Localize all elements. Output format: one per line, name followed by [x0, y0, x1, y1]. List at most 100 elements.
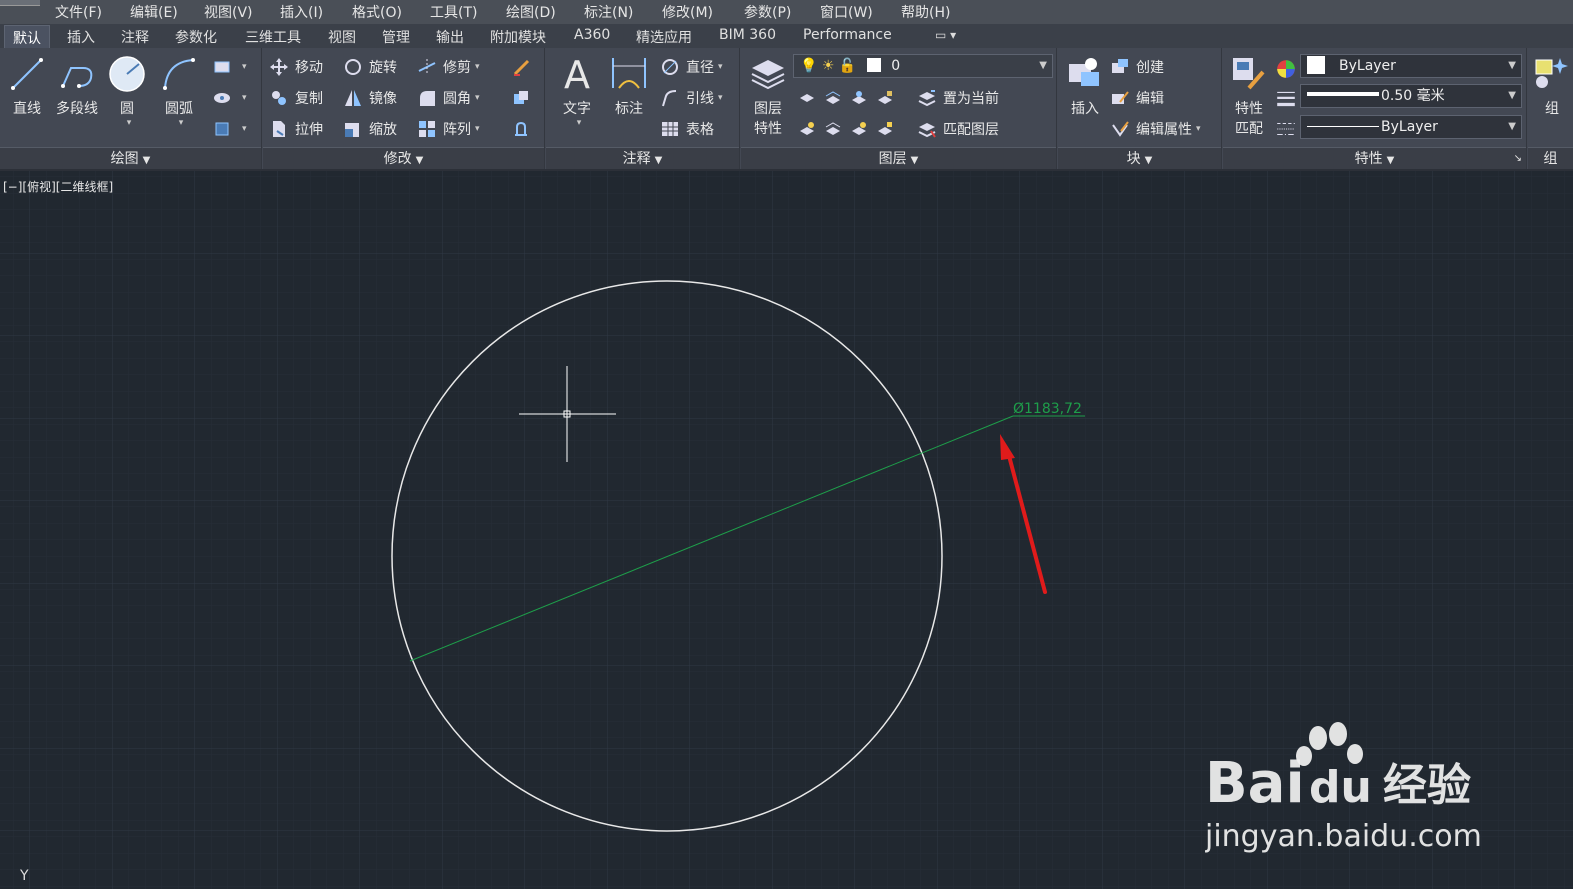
- menu-tools[interactable]: 工具(T): [430, 2, 477, 22]
- panel-annotation-title[interactable]: 注释 ▼: [546, 147, 739, 169]
- color-dropdown-arrow-icon: ▼: [1508, 60, 1516, 71]
- color-dropdown[interactable]: ByLayer ▼: [1300, 54, 1522, 78]
- ribbon-display-toggle-icon[interactable]: ▭ ▾: [935, 28, 956, 42]
- panel-block-title[interactable]: 块 ▼: [1058, 147, 1221, 169]
- insert-block-button[interactable]: 插入: [1062, 54, 1108, 118]
- text-button[interactable]: A 文字 ▾: [556, 53, 598, 128]
- panel-properties-launcher-icon[interactable]: ↘: [1514, 148, 1522, 170]
- menu-help[interactable]: 帮助(H): [901, 2, 950, 22]
- linetype-dropdown[interactable]: ByLayer ▼: [1300, 115, 1522, 139]
- polyline-button[interactable]: 多段线: [52, 54, 102, 118]
- table-button[interactable]: 表格: [660, 118, 714, 140]
- layer-on-icon[interactable]: [797, 119, 817, 139]
- panel-properties-title[interactable]: 特性 ▼ ↘: [1223, 147, 1526, 169]
- tab-default[interactable]: 默认: [4, 25, 50, 48]
- tab-parametric[interactable]: 参数化: [175, 27, 217, 47]
- match-properties-button[interactable]: 特性 匹配: [1227, 54, 1271, 138]
- tab-insert[interactable]: 插入: [67, 27, 95, 47]
- ribbon-tab-bar: 默认 插入 注释 参数化 三维工具 视图 管理 输出 附加模块 A360 精选应…: [0, 24, 1573, 48]
- text-dropdown-icon[interactable]: ▾: [560, 118, 598, 128]
- circle-button[interactable]: 圆 ▾: [106, 54, 148, 128]
- edit-block-button[interactable]: 编辑: [1110, 87, 1164, 109]
- layer-properties-button[interactable]: 图层 特性: [747, 54, 789, 138]
- edit-attributes-button[interactable]: 编辑属性 ▾: [1110, 118, 1201, 140]
- menu-window[interactable]: 窗口(W): [820, 2, 873, 22]
- group-button[interactable]: 组: [1532, 54, 1572, 118]
- trim-button[interactable]: 修剪 ▾: [417, 56, 480, 78]
- diameter-dimension-text[interactable]: Ø1183,72: [1013, 401, 1082, 417]
- explode-button[interactable]: [511, 87, 537, 109]
- layer-isolate-icon[interactable]: [823, 88, 843, 108]
- panel-layers-title[interactable]: 图层 ▼: [741, 147, 1056, 169]
- tab-a360[interactable]: A360: [574, 27, 610, 43]
- erase-button[interactable]: [511, 56, 537, 78]
- edit-attributes-icon: [1112, 121, 1129, 137]
- panel-group-title[interactable]: 组: [1528, 147, 1573, 169]
- tab-manage[interactable]: 管理: [382, 27, 410, 47]
- menu-draw[interactable]: 绘图(D): [506, 2, 556, 22]
- layer-lock-tool-icon[interactable]: [875, 88, 895, 108]
- viewport-controls-label[interactable]: [−][俯视][二维线框]: [3, 178, 113, 195]
- stretch-button[interactable]: 拉伸: [269, 118, 323, 140]
- lineweight-dropdown[interactable]: 0.50 毫米 ▼: [1300, 84, 1522, 108]
- menu-format[interactable]: 格式(O): [352, 2, 402, 22]
- line-button[interactable]: 直线: [6, 54, 48, 118]
- tab-annotate[interactable]: 注释: [121, 27, 149, 47]
- create-block-button[interactable]: 创建: [1110, 56, 1164, 78]
- fillet-dropdown-icon[interactable]: ▾: [475, 93, 480, 103]
- match-properties-label-2: 匹配: [1235, 121, 1263, 137]
- arc-button[interactable]: 圆弧 ▾: [158, 54, 200, 128]
- leader-dropdown-icon[interactable]: ▾: [718, 93, 723, 103]
- edit-attributes-dropdown-icon[interactable]: ▾: [1196, 124, 1201, 134]
- tab-bim360[interactable]: BIM 360: [719, 27, 776, 43]
- group-label: 组: [1545, 101, 1559, 117]
- leader-button[interactable]: 引线 ▾: [660, 87, 723, 109]
- app-menu-strip[interactable]: [0, 0, 40, 6]
- layer-freeze-icon[interactable]: [849, 88, 869, 108]
- set-current-button[interactable]: 置为当前: [917, 87, 999, 109]
- tab-addins[interactable]: 附加模块: [490, 27, 546, 47]
- layer-dropdown[interactable]: 💡 ☀ 🔓 0 ▼: [793, 54, 1053, 78]
- tab-output[interactable]: 输出: [436, 27, 464, 47]
- diameter-dropdown-icon[interactable]: ▾: [718, 62, 723, 72]
- table-label: 表格: [686, 122, 714, 138]
- menu-file[interactable]: 文件(F): [55, 2, 102, 22]
- dimension-button[interactable]: 标注: [608, 54, 650, 118]
- rectangle-icon: [214, 61, 230, 73]
- tab-featured-apps[interactable]: 精选应用: [636, 27, 692, 47]
- menu-insert[interactable]: 插入(I): [280, 2, 323, 22]
- menu-parametric[interactable]: 参数(P): [744, 2, 791, 22]
- dimension-icon: [612, 58, 646, 89]
- array-button[interactable]: 阵列 ▾: [417, 118, 480, 140]
- tab-3d-tools[interactable]: 三维工具: [245, 27, 301, 47]
- layer-unisolate-icon[interactable]: [823, 119, 843, 139]
- offset-button[interactable]: [511, 118, 537, 140]
- scale-button[interactable]: 缩放: [343, 118, 397, 140]
- match-layer-button[interactable]: 匹配图层: [917, 118, 999, 140]
- tab-view[interactable]: 视图: [328, 27, 356, 47]
- fillet-button[interactable]: 圆角 ▾: [417, 87, 480, 109]
- circle-dropdown-icon[interactable]: ▾: [110, 118, 148, 128]
- layer-thaw-icon[interactable]: [849, 119, 869, 139]
- hatch-button[interactable]: ▾: [212, 87, 247, 109]
- tab-performance[interactable]: Performance: [803, 27, 892, 43]
- arc-dropdown-icon[interactable]: ▾: [162, 118, 200, 128]
- trim-dropdown-icon[interactable]: ▾: [475, 62, 480, 72]
- diameter-button[interactable]: 直径 ▾: [660, 56, 723, 78]
- panel-draw-title[interactable]: 绘图 ▼: [0, 147, 261, 169]
- copy-button[interactable]: 复制: [269, 87, 323, 109]
- layer-off-icon[interactable]: [797, 88, 817, 108]
- boundary-button[interactable]: ▾: [212, 118, 247, 140]
- panel-properties: 特性 匹配 ByLayer ▼ 0.50 毫米 ▼ ByLayer ▼ 特性 ▼ ↘: [1223, 48, 1527, 169]
- menu-modify[interactable]: 修改(M): [662, 2, 713, 22]
- move-button[interactable]: 移动: [269, 56, 323, 78]
- menu-edit[interactable]: 编辑(E): [130, 2, 178, 22]
- layer-unlock-icon[interactable]: [875, 119, 895, 139]
- panel-modify-title[interactable]: 修改 ▼: [263, 147, 544, 169]
- mirror-button[interactable]: 镜像: [343, 87, 397, 109]
- rotate-button[interactable]: 旋转: [343, 56, 397, 78]
- menu-dimension[interactable]: 标注(N): [584, 2, 633, 22]
- rectangle-button[interactable]: ▾: [212, 56, 247, 78]
- menu-view[interactable]: 视图(V): [204, 2, 253, 22]
- array-dropdown-icon[interactable]: ▾: [475, 124, 480, 134]
